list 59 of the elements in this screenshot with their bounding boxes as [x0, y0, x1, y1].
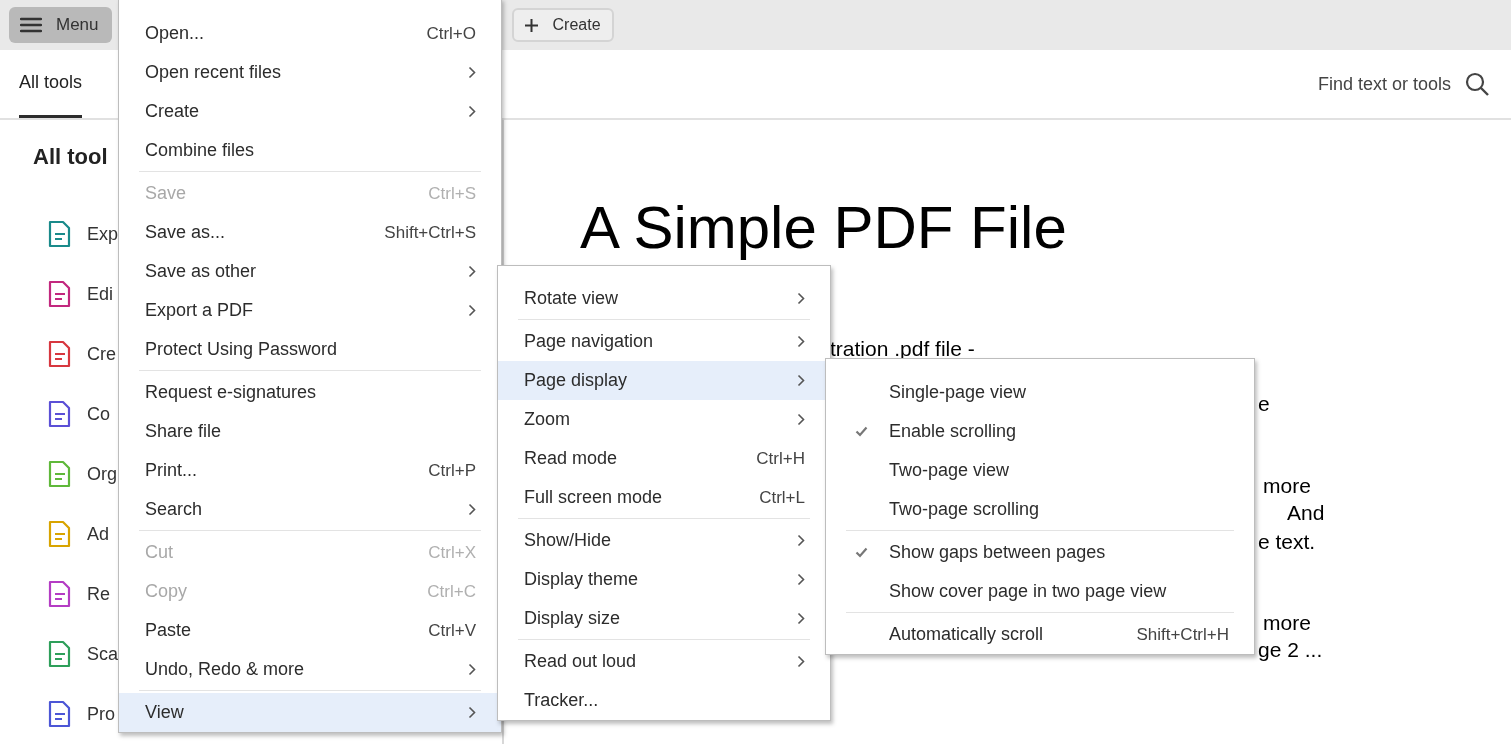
document-text: more	[1263, 474, 1311, 498]
chevron-icon	[797, 655, 805, 668]
create-button[interactable]: Create	[511, 8, 614, 42]
chevron-icon	[468, 105, 476, 118]
menu-item[interactable]: Paste Ctrl+V	[119, 611, 501, 650]
chevron-icon	[468, 663, 476, 676]
tool-label[interactable]: Ad	[87, 523, 110, 545]
tool-label[interactable]: Pro	[87, 703, 115, 725]
tool-label[interactable]: Sca	[87, 643, 119, 665]
menu-item[interactable]: Undo, Redo & more	[119, 650, 501, 689]
menu-item[interactable]: Open recent files	[119, 53, 501, 92]
tool-label[interactable]: Exp	[87, 223, 119, 245]
document-text: ge 2 ...	[1258, 638, 1323, 662]
menu-item[interactable]: Combine files	[119, 131, 501, 170]
menu-item[interactable]: Page navigation	[498, 322, 830, 361]
chevron-icon	[797, 612, 805, 625]
chevron-icon	[797, 534, 805, 547]
menu-item[interactable]: Print... Ctrl+P	[119, 451, 501, 490]
document-text: e text.	[1258, 530, 1316, 554]
document-text: e	[1258, 392, 1270, 416]
menu-item[interactable]: Tracker...	[498, 681, 830, 720]
menu-item[interactable]: Share file	[119, 412, 501, 451]
chevron-icon	[468, 304, 476, 317]
document-text: more	[1263, 611, 1311, 635]
menu-item[interactable]: Rotate view	[498, 279, 830, 318]
tool-label[interactable]: Org	[87, 463, 117, 485]
tool-label[interactable]: Re	[87, 583, 110, 605]
menu-item[interactable]: Search	[119, 490, 501, 529]
document-text: And	[1287, 501, 1325, 525]
chevron-icon	[468, 265, 476, 278]
chevron-icon	[797, 374, 805, 387]
menu-item[interactable]: Request e-signatures	[119, 373, 501, 412]
menu-icon	[20, 17, 42, 33]
chevron-icon	[797, 292, 805, 305]
menu-item[interactable]: Create	[119, 92, 501, 131]
menu-item[interactable]: Two-page view	[826, 451, 1254, 490]
chevron-icon	[797, 335, 805, 348]
chevron-icon	[797, 573, 805, 586]
chevron-icon	[468, 706, 476, 719]
search-icon[interactable]	[1465, 72, 1489, 96]
menu-button[interactable]: Menu	[9, 7, 112, 43]
search-placeholder[interactable]: Find text or tools	[1317, 73, 1451, 95]
document-title: A Simple PDF File	[580, 198, 1067, 258]
menu-item[interactable]: View	[119, 693, 501, 732]
tool-label[interactable]: Cre	[87, 343, 116, 365]
menu-item[interactable]: Save as... Shift+Ctrl+S	[119, 213, 501, 252]
plus-icon	[523, 17, 539, 33]
tool-label[interactable]: Edi	[87, 283, 113, 305]
chevron-icon	[797, 413, 805, 426]
menu-item[interactable]: Protect Using Password	[119, 330, 501, 369]
chevron-icon	[468, 503, 476, 516]
tab[interactable]: All tools	[19, 50, 83, 118]
tool-label[interactable]: Co	[87, 403, 110, 425]
menu-item[interactable]: Open... Ctrl+O	[119, 14, 501, 53]
document-text: tration .pdf file -	[830, 337, 975, 361]
menu-item[interactable]: Export a PDF	[119, 291, 501, 330]
panel-title: All tool	[33, 144, 108, 170]
menu-item[interactable]: Save as other	[119, 252, 501, 291]
chevron-icon	[468, 66, 476, 79]
